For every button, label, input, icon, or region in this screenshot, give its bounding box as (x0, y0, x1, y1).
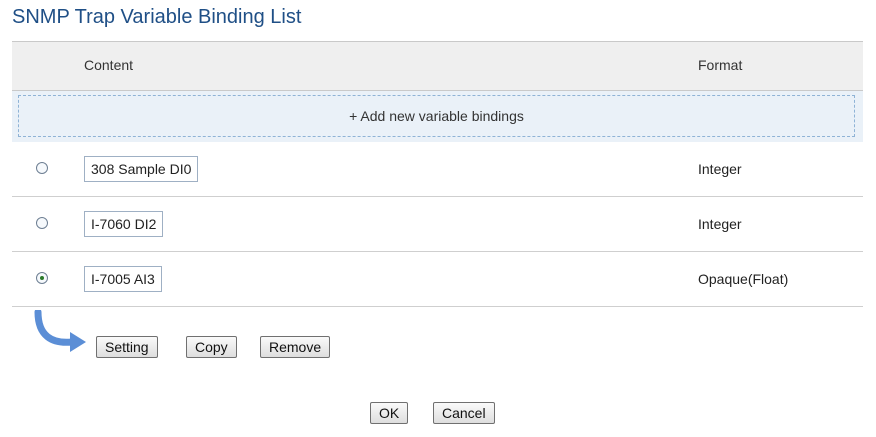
ok-button[interactable]: OK (370, 402, 409, 424)
row-radio[interactable] (36, 217, 48, 229)
table-header: Content Format (12, 41, 863, 91)
table-row[interactable]: 308 Sample DI0 Integer (12, 142, 863, 197)
curved-arrow-icon (34, 310, 86, 352)
page-title: SNMP Trap Variable Binding List (12, 6, 302, 28)
row-content-field[interactable]: I-7005 AI3 (84, 266, 162, 292)
copy-button[interactable]: Copy (186, 336, 237, 358)
variable-binding-table: Content Format + Add new variable bindin… (12, 41, 863, 307)
header-format: Format (698, 57, 743, 73)
row-format: Integer (698, 216, 742, 232)
setting-button[interactable]: Setting (96, 336, 158, 358)
add-variable-binding-button[interactable]: + Add new variable bindings (18, 95, 855, 137)
header-content: Content (84, 57, 134, 73)
cancel-button[interactable]: Cancel (433, 402, 495, 424)
row-radio[interactable] (36, 162, 48, 174)
table-row[interactable]: I-7060 DI2 Integer (12, 197, 863, 252)
remove-button[interactable]: Remove (260, 336, 331, 358)
row-radio-selected[interactable] (36, 272, 48, 284)
add-row: + Add new variable bindings (12, 91, 863, 142)
row-content-field[interactable]: 308 Sample DI0 (84, 156, 199, 182)
row-format: Integer (698, 161, 742, 177)
row-actions: Setting Copy Remove (0, 300, 876, 360)
row-format: Opaque(Float) (698, 271, 789, 287)
row-content-field[interactable]: I-7060 DI2 (84, 211, 164, 237)
table-row[interactable]: I-7005 AI3 Opaque(Float) (12, 252, 863, 307)
